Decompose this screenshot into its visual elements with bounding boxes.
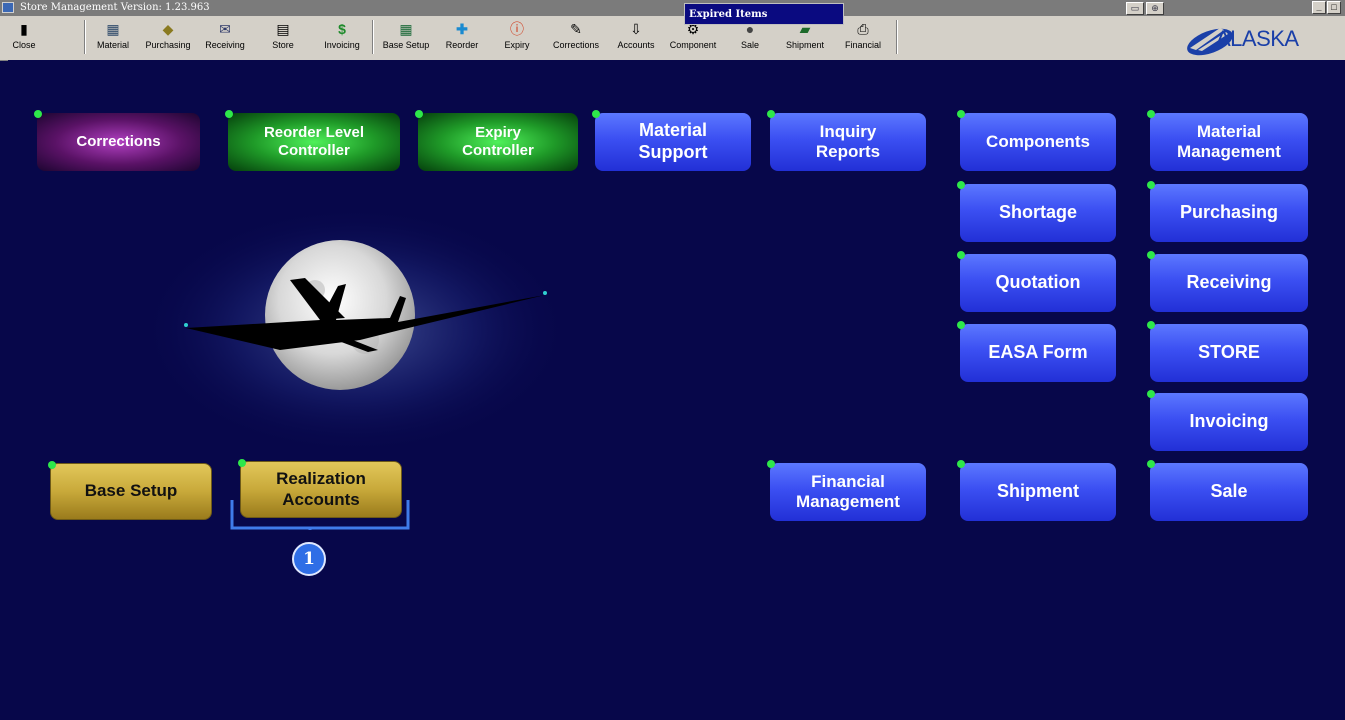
status-dot [1147, 321, 1155, 329]
plus-icon: ✚ [456, 21, 468, 37]
app-icon [2, 2, 14, 13]
moon-airplane-graphic [140, 205, 570, 455]
toolbar-base-setup-button[interactable]: ▦ Base Setup [378, 20, 434, 56]
receiving-tile[interactable]: Receiving [1147, 251, 1308, 312]
toolbar-accounts-button[interactable]: ⇩ Accounts [610, 20, 662, 56]
material-management-tile[interactable]: Material Management [1147, 110, 1308, 171]
dollar-icon: $ [338, 21, 346, 37]
grid-icon: ▦ [399, 21, 413, 37]
corrections-icon: ✎ [570, 21, 582, 37]
status-dot [957, 460, 965, 468]
corrections-tile[interactable]: Corrections [34, 110, 200, 171]
accounts-icon: ⇩ [630, 21, 642, 37]
toolbar-purchasing-button[interactable]: ◆ Purchasing [140, 20, 196, 56]
status-dot [1147, 251, 1155, 259]
title-bar-tools: ▭ ⊕ [1126, 2, 1164, 15]
annotation-badge: 1 [292, 542, 326, 576]
toolbar-store-button[interactable]: ▤ Store [256, 20, 310, 56]
toolbar-reorder-button[interactable]: ✚ Reorder [436, 20, 488, 56]
expiry-controller-tile[interactable]: Expiry Controller [415, 110, 578, 171]
status-dot [592, 110, 600, 118]
title-bar: Store Management Version: 1.23.963 ▭ ⊕ _… [0, 0, 1345, 16]
store-tile[interactable]: STORE [1147, 321, 1308, 382]
status-dot [957, 251, 965, 259]
base-setup-tile[interactable]: Base Setup [48, 461, 212, 520]
status-dot [34, 110, 42, 118]
toolbar-shipment-button[interactable]: ▰ Shipment [778, 20, 832, 56]
shipment-tile[interactable]: Shipment [957, 460, 1116, 521]
expired-items-popup[interactable]: Expired Items [684, 3, 844, 25]
maximize-button[interactable]: □ [1327, 1, 1341, 14]
close-door-icon: ▮ [20, 21, 28, 37]
purchasing-icon: ◆ [162, 21, 174, 37]
toolbar-expiry-button[interactable]: ⓘ Expiry [492, 20, 542, 56]
toolbar-separator [896, 20, 898, 54]
toolbar-material-button[interactable]: ▦ Material [90, 20, 136, 56]
store-icon: ▤ [276, 21, 290, 37]
status-dot [1147, 390, 1155, 398]
components-tile[interactable]: Components [957, 110, 1116, 171]
quotation-tile[interactable]: Quotation [957, 251, 1116, 312]
status-dot [767, 110, 775, 118]
toolbar-receiving-button[interactable]: ✉ Receiving [198, 20, 252, 56]
shortage-tile[interactable]: Shortage [957, 181, 1116, 242]
invoicing-tile[interactable]: Invoicing [1147, 390, 1308, 451]
toolbar-sale-button[interactable]: ● Sale [726, 20, 774, 56]
toolbar-close-button[interactable]: ▮ Close [6, 20, 42, 56]
reorder-level-controller-tile[interactable]: Reorder Level Controller [225, 110, 400, 171]
toolbar-separator [84, 20, 86, 54]
info-icon: ⓘ [510, 21, 524, 37]
toolbar-separator [372, 20, 374, 54]
minimize-button[interactable]: _ [1312, 1, 1326, 14]
network-icon[interactable]: ⊕ [1146, 2, 1164, 15]
inquiry-reports-tile[interactable]: Inquiry Reports [767, 110, 926, 171]
status-dot [225, 110, 233, 118]
status-dot [957, 321, 965, 329]
purchasing-tile[interactable]: Purchasing [1147, 181, 1308, 242]
printer-icon: ⎙ [857, 21, 869, 37]
expired-items-label: Expired Items [689, 9, 768, 20]
monitor-icon[interactable]: ▭ [1126, 2, 1144, 15]
toolbar: ▮ Close ▦ Material ◆ Purchasing ✉ Receiv… [0, 16, 1345, 61]
status-dot [48, 461, 56, 469]
status-dot [957, 181, 965, 189]
material-support-tile[interactable]: Material Support [592, 110, 751, 171]
toolbar-corrections-button[interactable]: ✎ Corrections [546, 20, 606, 56]
status-dot [1147, 110, 1155, 118]
status-dot [1147, 181, 1155, 189]
status-dot [767, 460, 775, 468]
status-dot [238, 459, 246, 467]
financial-management-tile[interactable]: Financial Management [767, 460, 926, 521]
status-dot [957, 110, 965, 118]
toolbar-financial-button[interactable]: ⎙ Financial [836, 20, 890, 56]
status-dot [415, 110, 423, 118]
receiving-icon: ✉ [219, 21, 231, 37]
sale-tile[interactable]: Sale [1147, 460, 1308, 521]
toolbar-component-button[interactable]: ⚙ Component [664, 20, 722, 56]
logo-text: ALASKA [1216, 26, 1299, 51]
status-dot [1147, 460, 1155, 468]
annotation-bracket [230, 500, 410, 530]
window-controls: _ □ [1312, 1, 1341, 15]
toolbar-invoicing-button[interactable]: $ Invoicing [314, 20, 370, 56]
moon-airplane-image [140, 200, 580, 460]
window-title: Store Management Version: 1.23.963 [20, 2, 210, 13]
material-icon: ▦ [106, 21, 120, 37]
easa-form-tile[interactable]: EASA Form [957, 321, 1116, 382]
